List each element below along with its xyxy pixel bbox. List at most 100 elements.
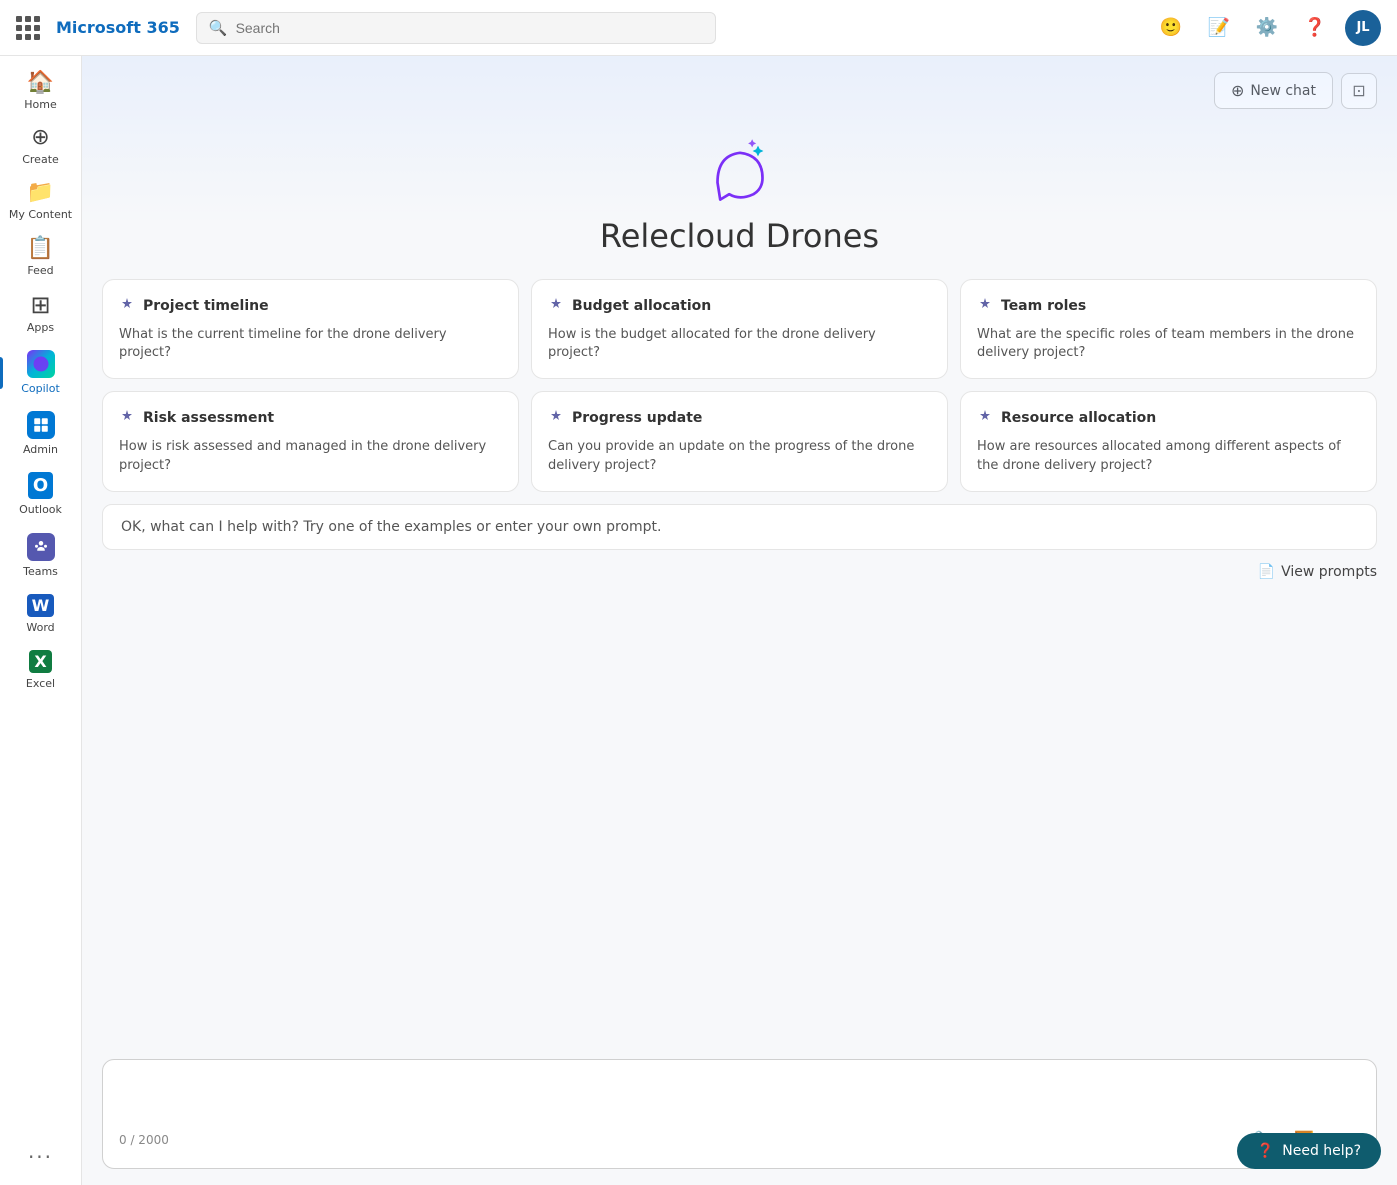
card-title-project-timeline: Project timeline: [143, 298, 269, 314]
sidebar-label-outlook: Outlook: [19, 503, 62, 516]
view-prompts-icon: 📄: [1258, 564, 1275, 580]
sidebar-label-excel: Excel: [26, 677, 55, 690]
card-header-project-timeline: Project timeline: [119, 296, 502, 316]
settings-icon[interactable]: ⚙️: [1249, 10, 1285, 46]
card-icon-resource-allocation: [977, 408, 993, 428]
sidebar-more[interactable]: ···: [0, 1137, 81, 1177]
card-title-progress-update: Progress update: [572, 410, 702, 426]
card-header-team-roles: Team roles: [977, 296, 1360, 316]
new-chat-label: New chat: [1250, 83, 1316, 99]
apps-icon: ⊞: [30, 293, 50, 317]
sidebar-item-word[interactable]: W Word: [0, 586, 81, 642]
outlook-icon: O: [28, 472, 53, 499]
content-scroll: ⊕ New chat ⊡: [82, 56, 1397, 1059]
sidebar-item-create[interactable]: ⊕ Create: [0, 119, 81, 174]
card-resource-allocation[interactable]: Resource allocation How are resources al…: [960, 391, 1377, 491]
copilot-title: Relecloud Drones: [600, 217, 879, 255]
card-title-budget-allocation: Budget allocation: [572, 298, 711, 314]
copilot-header-actions: ⊕ New chat ⊡: [82, 56, 1397, 117]
sidebar-item-apps[interactable]: ⊞ Apps: [0, 285, 81, 342]
sidebar-item-copilot[interactable]: Copilot: [0, 342, 81, 403]
my-content-icon: 📁: [27, 182, 54, 204]
search-icon: 🔍: [209, 19, 228, 37]
sidebar-item-feed[interactable]: 📋 Feed: [0, 230, 81, 285]
sidebar-item-home[interactable]: 🏠 Home: [0, 64, 81, 119]
card-body-team-roles: What are the specific roles of team memb…: [977, 326, 1360, 362]
cards-grid: Project timeline What is the current tim…: [82, 279, 1397, 492]
app-logo: Microsoft 365: [56, 18, 180, 37]
sidebar-label-teams: Teams: [23, 565, 58, 578]
feedback-icon[interactable]: 🙂: [1153, 10, 1189, 46]
sidebar-label-feed: Feed: [27, 264, 53, 277]
expand-icon: ⊡: [1352, 81, 1365, 101]
sidebar-item-outlook[interactable]: O Outlook: [0, 464, 81, 524]
view-prompts-label: View prompts: [1281, 564, 1377, 580]
copilot-icon: [27, 350, 55, 378]
card-team-roles[interactable]: Team roles What are the specific roles o…: [960, 279, 1377, 379]
main-layout: 🏠 Home ⊕ Create 📁 My Content 📋 Feed ⊞ Ap…: [0, 56, 1397, 1185]
sidebar-label-word: Word: [26, 621, 54, 634]
card-header-budget-allocation: Budget allocation: [548, 296, 931, 316]
home-icon: 🏠: [27, 72, 54, 94]
edit-icon[interactable]: 📝: [1201, 10, 1237, 46]
card-project-timeline[interactable]: Project timeline What is the current tim…: [102, 279, 519, 379]
admin-icon: [27, 411, 55, 439]
need-help-label: Need help?: [1282, 1143, 1361, 1159]
card-title-team-roles: Team roles: [1001, 298, 1086, 314]
create-icon: ⊕: [31, 127, 49, 149]
prompt-examples: OK, what can I help with? Try one of the…: [82, 492, 1397, 558]
content-area: ⊕ New chat ⊡: [82, 56, 1397, 1185]
sidebar: 🏠 Home ⊕ Create 📁 My Content 📋 Feed ⊞ Ap…: [0, 56, 82, 1185]
card-body-risk-assessment: How is risk assessed and managed in the …: [119, 438, 502, 474]
copilot-hero-icon: [704, 133, 776, 205]
card-body-project-timeline: What is the current timeline for the dro…: [119, 326, 502, 362]
card-budget-allocation[interactable]: Budget allocation How is the budget allo…: [531, 279, 948, 379]
expand-button[interactable]: ⊡: [1341, 73, 1377, 109]
card-icon-progress-update: [548, 408, 564, 428]
sidebar-label-home: Home: [24, 98, 56, 111]
apps-grid-icon[interactable]: [16, 16, 40, 40]
user-avatar[interactable]: JL: [1345, 10, 1381, 46]
feed-icon: 📋: [27, 238, 54, 260]
input-footer: 0 / 2000 📎 🖼️ ➤: [119, 1124, 1360, 1156]
card-risk-assessment[interactable]: Risk assessment How is risk assessed and…: [102, 391, 519, 491]
sidebar-item-my-content[interactable]: 📁 My Content: [0, 174, 81, 229]
card-title-risk-assessment: Risk assessment: [143, 410, 274, 426]
prompt-example[interactable]: OK, what can I help with? Try one of the…: [102, 504, 1377, 550]
card-header-progress-update: Progress update: [548, 408, 931, 428]
topbar-icons: 🙂 📝 ⚙️ ❓ JL: [1153, 10, 1381, 46]
more-icon: ···: [28, 1145, 53, 1169]
teams-icon: [27, 533, 55, 561]
card-icon-budget-allocation: [548, 296, 564, 316]
sidebar-label-copilot: Copilot: [21, 382, 60, 395]
topbar: Microsoft 365 🔍 🙂 📝 ⚙️ ❓ JL: [0, 0, 1397, 56]
card-body-budget-allocation: How is the budget allocated for the dron…: [548, 326, 931, 362]
search-input[interactable]: [236, 20, 703, 36]
card-icon-team-roles: [977, 296, 993, 316]
sidebar-item-teams[interactable]: Teams: [0, 525, 81, 586]
card-icon-project-timeline: [119, 296, 135, 316]
card-header-resource-allocation: Resource allocation: [977, 408, 1360, 428]
sidebar-label-my-content: My Content: [9, 208, 72, 221]
view-prompts[interactable]: 📄 View prompts: [82, 558, 1397, 588]
need-help-widget[interactable]: ❓ Need help?: [1237, 1133, 1381, 1169]
search-bar[interactable]: 🔍: [196, 12, 716, 44]
new-chat-button[interactable]: ⊕ New chat: [1214, 72, 1333, 109]
chat-input[interactable]: [119, 1072, 1360, 1112]
char-count: 0 / 2000: [119, 1133, 169, 1147]
new-chat-plus-icon: ⊕: [1231, 81, 1244, 100]
sidebar-item-excel[interactable]: X Excel: [0, 642, 81, 698]
card-title-resource-allocation: Resource allocation: [1001, 410, 1156, 426]
sidebar-label-apps: Apps: [27, 321, 54, 334]
card-body-progress-update: Can you provide an update on the progres…: [548, 438, 931, 474]
word-icon: W: [27, 594, 55, 617]
card-body-resource-allocation: How are resources allocated among differ…: [977, 438, 1360, 474]
input-area: 0 / 2000 📎 🖼️ ➤: [102, 1059, 1377, 1169]
help-icon[interactable]: ❓: [1297, 10, 1333, 46]
card-progress-update[interactable]: Progress update Can you provide an updat…: [531, 391, 948, 491]
copilot-hero: Relecloud Drones: [82, 117, 1397, 279]
need-help-icon: ❓: [1257, 1143, 1274, 1159]
card-icon-risk-assessment: [119, 408, 135, 428]
sidebar-label-create: Create: [22, 153, 59, 166]
sidebar-item-admin[interactable]: Admin: [0, 403, 81, 464]
